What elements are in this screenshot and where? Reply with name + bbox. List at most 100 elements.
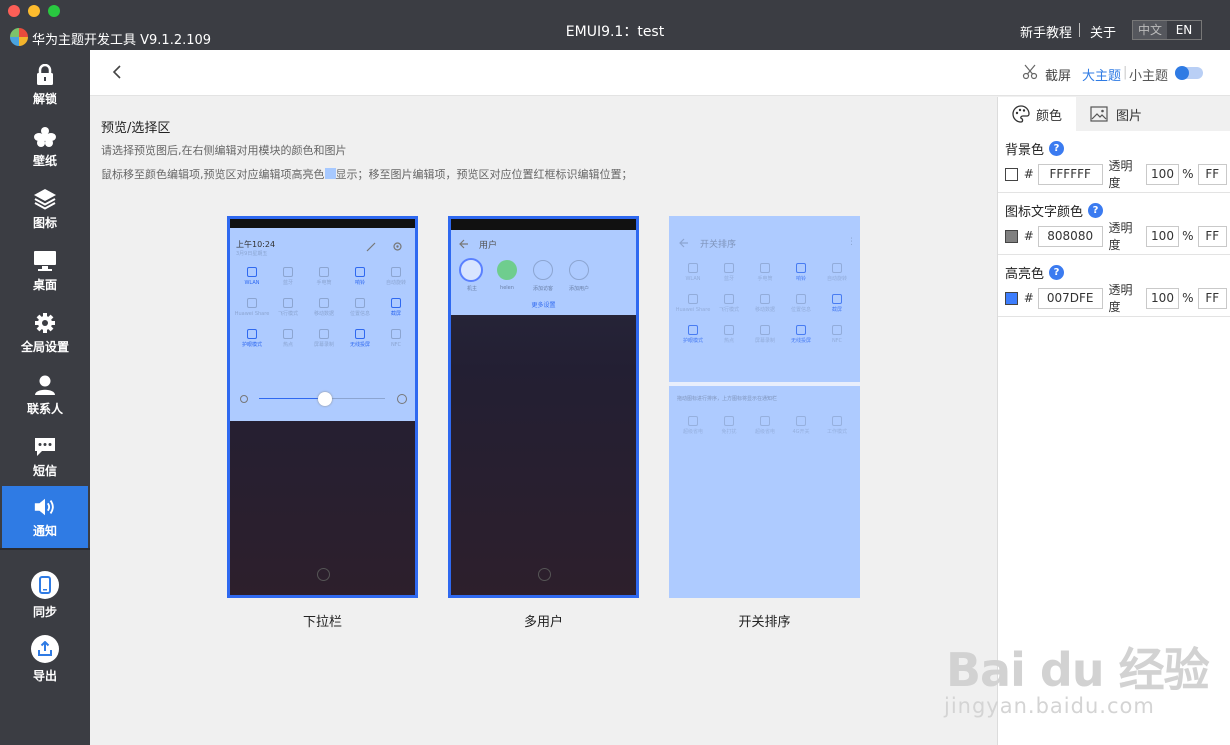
sidebar-item-global-settings[interactable]: 全局设置 <box>0 302 90 364</box>
sidebar-item-export[interactable]: 导出 <box>0 626 90 692</box>
qs-toggle[interactable]: 自动旋转 <box>378 267 414 286</box>
help-icon[interactable]: ? <box>1088 203 1104 218</box>
opacity-input[interactable]: 100 <box>1145 163 1180 185</box>
qs-toggle[interactable]: WLAN <box>675 263 711 282</box>
qs-toggle[interactable]: 无线投屏 <box>783 325 819 344</box>
qs-toggle[interactable]: NFC <box>819 325 855 344</box>
tab-label: 图片 <box>1116 108 1143 124</box>
user-name: 机主 <box>466 286 477 292</box>
add-guest-icon[interactable] <box>533 260 553 280</box>
sidebar-item-desktop[interactable]: 桌面 <box>0 240 90 302</box>
qs-toggle[interactable]: 自动旋转 <box>819 263 855 282</box>
qs-toggle[interactable]: 护眼模式 <box>675 325 711 344</box>
image-icon <box>1090 106 1108 122</box>
screenshot-button[interactable]: 截屏 <box>1045 65 1071 84</box>
alpha-hex-input[interactable]: FF <box>1197 225 1227 247</box>
qs-toggle[interactable]: 热点 <box>270 329 306 348</box>
qs-label: 热点 <box>723 338 734 344</box>
qs-toggle[interactable]: 飞行模式 <box>711 294 747 313</box>
qs-toggle[interactable]: 蓝牙 <box>270 267 306 286</box>
qs-toggle[interactable]: 无线投屏 <box>342 329 378 348</box>
theme-toggle[interactable] <box>1175 66 1203 80</box>
qs-toggle[interactable]: 响铃 <box>342 267 378 286</box>
preview-area: 预览/选择区 请选择预览图后,在右侧编辑对用模块的颜色和图片 鼠标移至颜色编辑项… <box>90 97 996 745</box>
sidebar-item-sync[interactable]: 同步 <box>0 562 90 628</box>
lang-zh-button[interactable]: 中文 <box>1133 21 1167 39</box>
qs-toggle[interactable]: 飞行模式 <box>270 298 306 317</box>
more-icon: ⋮ <box>847 237 856 247</box>
preview-phone-dropdown[interactable]: 上午10:24 3月9日星期五 WLAN 蓝牙 手电筒 响铃 自动旋转 Huaw… <box>227 216 418 598</box>
eye-icon <box>688 325 698 335</box>
small-theme-tab[interactable]: 小主题 <box>1129 65 1168 84</box>
qs-toggle[interactable]: NFC <box>378 329 414 348</box>
qs-toggle[interactable]: Huawei Share <box>675 294 711 313</box>
color-swatch[interactable] <box>1005 291 1018 305</box>
hex-color-input[interactable]: 808080 <box>1037 225 1103 247</box>
big-theme-tab[interactable]: 大主题 <box>1082 65 1121 84</box>
qs-toggle[interactable]: 免打扰 <box>711 416 747 435</box>
avatar[interactable] <box>459 258 483 282</box>
hex-color-input[interactable]: FFFFFF <box>1037 163 1103 185</box>
sidebar-item-unlock[interactable]: 解锁 <box>0 54 90 116</box>
tab-image[interactable]: 图片 <box>1090 97 1180 131</box>
qs-toggle[interactable]: 4G开关 <box>783 416 819 435</box>
qs-toggle[interactable]: 移动数据 <box>747 294 783 313</box>
screenshot-icon <box>832 294 842 304</box>
sidebar-item-notifications[interactable]: 通知 <box>2 486 88 548</box>
hotspot-icon <box>724 325 734 335</box>
alpha-hex-input[interactable]: FF <box>1197 287 1227 309</box>
hint-text: 鼠标移至颜色编辑项,预览区对应编辑项高亮色 <box>101 168 325 181</box>
qs-toggle[interactable]: 工作模式 <box>819 416 855 435</box>
sidebar-item-messages[interactable]: 短信 <box>0 426 90 488</box>
sidebar-item-label: 壁纸 <box>32 153 57 168</box>
qs-toggle[interactable]: 护眼模式 <box>234 329 270 348</box>
qs-toggle[interactable]: WLAN <box>234 267 270 286</box>
preview-phone-switch-order[interactable]: 开关排序 ⋮ WLAN 蓝牙 手电筒 响铃 自动旋转 Huawei Share … <box>669 216 860 598</box>
avatar[interactable] <box>497 260 517 280</box>
location-icon <box>796 294 806 304</box>
color-swatch[interactable] <box>1005 167 1018 181</box>
close-window-button[interactable] <box>8 5 20 17</box>
help-icon[interactable]: ? <box>1049 265 1065 280</box>
qs-toggle[interactable]: 截屏 <box>819 294 855 313</box>
qs-toggle[interactable]: 位置信息 <box>342 298 378 317</box>
tab-color[interactable]: 颜色 <box>998 97 1076 131</box>
qs-toggle[interactable]: 热点 <box>711 325 747 344</box>
qs-toggle[interactable]: 蓝牙 <box>711 263 747 282</box>
qs-toggle[interactable]: 位置信息 <box>783 294 819 313</box>
qs-toggle[interactable]: 超级省电 <box>747 416 783 435</box>
hint-text: 显示；移至图片编辑项，预览区对应位置红框标识编辑位置； <box>335 168 633 181</box>
qs-toggle[interactable]: 响铃 <box>783 263 819 282</box>
more-settings-link[interactable]: 更多设置 <box>451 300 636 309</box>
qs-toggle[interactable]: 超级省电 <box>675 416 711 435</box>
sidebar-item-wallpaper[interactable]: 壁纸 <box>0 116 90 178</box>
back-button[interactable] <box>110 64 126 80</box>
qs-toggle[interactable]: Huawei Share <box>234 298 270 317</box>
qs-toggle[interactable]: 截屏 <box>378 298 414 317</box>
qs-toggle[interactable]: 屏幕录制 <box>747 325 783 344</box>
sidebar-item-icons[interactable]: 图标 <box>0 178 90 240</box>
zoom-window-button[interactable] <box>48 5 60 17</box>
opacity-input[interactable]: 100 <box>1145 287 1180 309</box>
lang-en-button[interactable]: EN <box>1167 21 1201 39</box>
alpha-hex-input[interactable]: FF <box>1197 163 1227 185</box>
tutorial-link[interactable]: 新手教程 <box>1020 22 1072 41</box>
qs-toggle[interactable]: 手电筒 <box>747 263 783 282</box>
about-link[interactable]: 关于 <box>1090 22 1116 41</box>
scissors-icon[interactable] <box>1022 64 1038 84</box>
sidebar-item-contacts[interactable]: 联系人 <box>0 364 90 426</box>
help-icon[interactable]: ? <box>1049 141 1065 156</box>
qs-toggle[interactable]: 屏幕录制 <box>306 329 342 348</box>
brightness-knob[interactable] <box>318 392 332 406</box>
4g-icon <box>796 416 806 426</box>
minimize-window-button[interactable] <box>28 5 40 17</box>
hex-color-input[interactable]: 007DFE <box>1037 287 1103 309</box>
color-section-highlight: 高亮色? # 007DFE 透明度 100 % FF <box>998 255 1230 317</box>
add-user-icon[interactable] <box>569 260 589 280</box>
color-swatch[interactable] <box>1005 229 1018 243</box>
opacity-input[interactable]: 100 <box>1145 225 1180 247</box>
gear-icon <box>33 312 57 334</box>
qs-toggle[interactable]: 手电筒 <box>306 267 342 286</box>
qs-toggle[interactable]: 移动数据 <box>306 298 342 317</box>
preview-phone-multiuser[interactable]: 用户 机主 helen 添加访客 添加用户 更多设置 <box>448 216 639 598</box>
